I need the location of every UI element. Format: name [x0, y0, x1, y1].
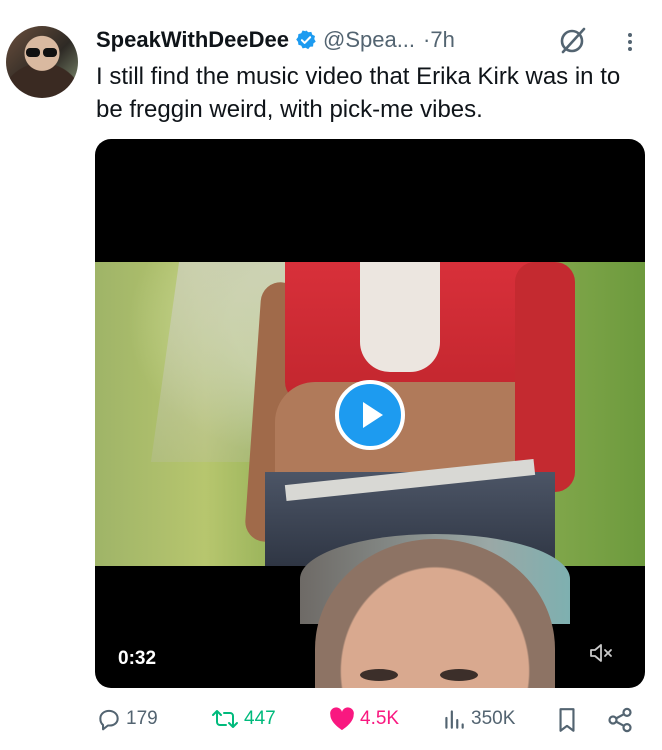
bookmark-icon — [559, 708, 575, 732]
more-icon[interactable] — [626, 30, 634, 54]
views-button[interactable]: 350K — [441, 706, 515, 732]
share-icon — [608, 707, 632, 733]
tweet-header: SpeakWithDeeDee @Spea... ·7h — [96, 24, 455, 56]
video-player[interactable]: 0:32 — [95, 139, 645, 688]
overlay-eye-left — [360, 669, 398, 681]
overlay-eye-right — [440, 669, 478, 681]
grok-icon[interactable] — [558, 26, 588, 54]
video-duration: 0:32 — [109, 644, 166, 674]
share-button[interactable] — [606, 706, 638, 734]
verified-badge-icon — [296, 30, 316, 50]
reply-count: 179 — [126, 708, 158, 729]
repost-count: 447 — [244, 708, 276, 729]
bookmark-button[interactable] — [554, 706, 584, 734]
play-icon — [363, 402, 383, 428]
tweet-actions: 179 447 4.5K 350K — [96, 706, 644, 738]
author-handle[interactable]: @Spea... — [323, 27, 415, 53]
author-name[interactable]: SpeakWithDeeDee — [96, 27, 289, 53]
avatar[interactable] — [6, 26, 78, 98]
views-icon — [445, 710, 464, 729]
views-count: 350K — [471, 708, 516, 729]
reply-icon — [99, 709, 119, 731]
play-button[interactable] — [335, 380, 405, 450]
like-button[interactable]: 4.5K — [328, 706, 399, 732]
mute-icon[interactable] — [588, 641, 614, 665]
reply-button[interactable]: 179 — [96, 706, 158, 732]
tweet-text: I still find the music video that Erika … — [96, 63, 621, 123]
like-count: 4.5K — [360, 708, 400, 729]
like-icon — [330, 707, 354, 731]
repost-button[interactable]: 447 — [210, 706, 276, 732]
repost-icon — [212, 710, 238, 728]
avatar-sunglasses — [26, 48, 58, 57]
tweet-time[interactable]: ·7h — [423, 27, 455, 53]
